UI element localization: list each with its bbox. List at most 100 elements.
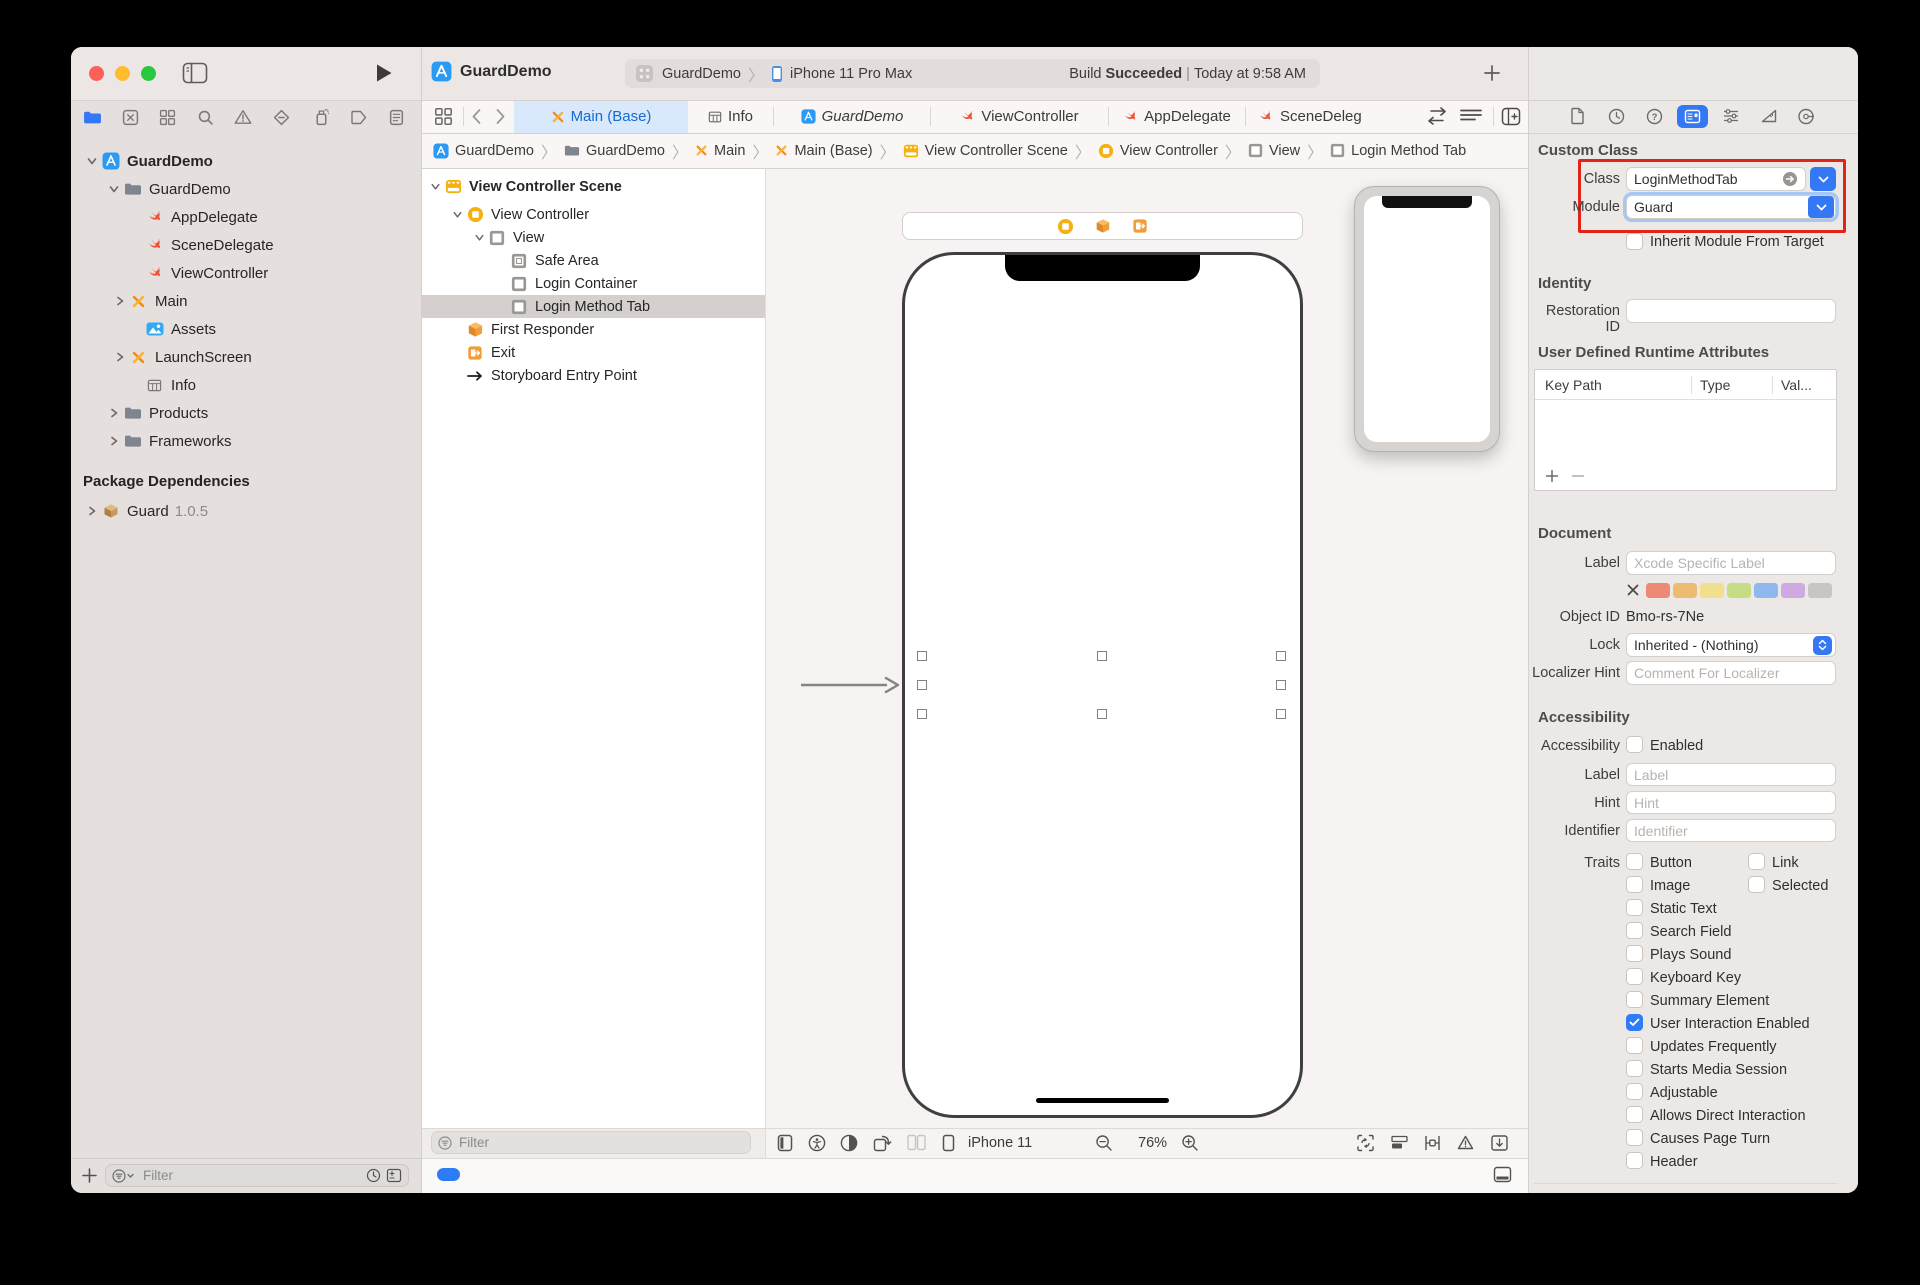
sidebar-item-launchscreen[interactable]: LaunchScreen [71,343,419,371]
tab-main-base[interactable]: Main (Base) [514,100,688,133]
run-destination-name[interactable]: iPhone 11 Pro Max [790,66,912,82]
zoom-window-button[interactable] [141,66,156,81]
color-swatch[interactable] [1808,583,1832,598]
class-field[interactable] [1626,167,1806,191]
file-inspector-tab[interactable] [1570,107,1585,125]
breadcrumb-scene[interactable]: View Controller Scene [903,143,1068,159]
tab-guarddemo[interactable]: GuardDemo [774,100,930,133]
accessibility-enabled-checkbox[interactable] [1626,736,1643,753]
restoration-id-field[interactable] [1626,299,1836,323]
close-window-button[interactable] [89,66,104,81]
outline-filter-field[interactable] [431,1131,751,1154]
tests-tab[interactable] [269,106,293,128]
column-type[interactable]: Type [1692,377,1772,393]
add-editor-button[interactable] [1501,107,1521,126]
sidebar-item-scenedelegate[interactable]: SceneDelegate [71,231,419,259]
restoration-id-input[interactable] [1634,303,1828,319]
selection-handle[interactable] [1097,709,1107,719]
sidebar-item-frameworks[interactable]: Frameworks [71,427,419,455]
a11y-hint-input[interactable] [1634,795,1828,811]
outline-item-safe-area[interactable]: Safe Area [421,249,765,272]
breadcrumb-group[interactable]: GuardDemo [564,143,665,159]
outline-item-first-responder[interactable]: First Responder [421,318,765,341]
remove-attribute-button[interactable] [1571,469,1585,483]
disclosure-chevron-icon[interactable] [449,209,465,220]
disclosure-chevron-icon[interactable] [105,407,122,419]
tab-viewcontroller[interactable]: ViewController [931,100,1108,133]
column-key-path[interactable]: Key Path [1535,377,1691,393]
clear-color-button[interactable] [1626,583,1640,597]
trait-link-checkbox[interactable] [1748,853,1765,870]
disclosure-chevron-icon[interactable] [471,232,487,243]
device-screen[interactable] [902,252,1303,1118]
zoom-out-button[interactable] [1095,1134,1113,1152]
outline-item-view[interactable]: View [421,226,765,249]
toggle-navigator-button[interactable] [182,62,208,84]
search-tab[interactable] [193,106,217,128]
swap-editor-icon[interactable] [1425,107,1449,125]
tab-info[interactable]: Info [688,100,773,133]
trait-button-checkbox[interactable] [1626,853,1643,870]
reports-tab[interactable] [384,106,408,128]
outline-item-login-method-tab[interactable]: Login Method Tab [421,295,765,318]
view-controller-icon[interactable] [1057,218,1074,235]
module-input[interactable] [1634,199,1808,215]
device-bezels-icon[interactable] [777,1134,793,1152]
disclosure-chevron-icon[interactable] [105,435,122,447]
zoom-level[interactable]: 76% [1138,1135,1167,1151]
document-label-input[interactable] [1634,555,1828,571]
disclosure-chevron-icon[interactable] [83,155,100,167]
jump-to-class-icon[interactable] [1782,171,1798,187]
breadcrumb-view[interactable]: View [1248,143,1300,159]
identity-inspector-tab[interactable] [1677,105,1708,128]
breadcrumb-main[interactable]: Main [695,143,745,159]
localizer-hint-input[interactable] [1634,665,1828,681]
navigator-filter-input[interactable] [141,1167,361,1184]
outline-item-entry-point[interactable]: Storyboard Entry Point [421,364,765,387]
symbols-tab[interactable] [155,106,179,128]
breadcrumb-main-base[interactable]: Main (Base) [775,143,872,159]
lock-stepper-icon[interactable] [1813,636,1832,655]
sidebar-item-guard-package[interactable]: Guard 1.0.5 [71,497,419,525]
tab-overview-button[interactable] [434,107,453,126]
trait-updates-frequently-checkbox[interactable] [1626,1037,1643,1054]
device-label[interactable]: iPhone 11 [968,1135,1032,1151]
trait-header-checkbox[interactable] [1626,1152,1643,1169]
tab-appdelegate[interactable]: AppDelegate [1109,100,1245,133]
color-swatch[interactable] [1673,583,1697,598]
a11y-label-field[interactable] [1626,763,1836,786]
document-label-field[interactable] [1626,551,1836,575]
disclosure-chevron-icon[interactable] [105,183,122,195]
update-frames-icon[interactable] [1356,1134,1375,1152]
go-back-button[interactable] [471,108,482,125]
accessibility-preview-icon[interactable] [808,1134,826,1152]
attributes-inspector-tab[interactable] [1722,108,1740,124]
breakpoints-tab[interactable] [346,106,370,128]
storyboard-canvas[interactable] [765,168,1528,1128]
trait-keyboard-key-checkbox[interactable] [1626,968,1643,985]
issues-tab[interactable] [231,106,255,128]
column-value[interactable]: Val... [1773,377,1812,393]
sidebar-item-main-storyboard[interactable]: Main [71,287,419,315]
trait-image-checkbox[interactable] [1626,876,1643,893]
trait-plays-sound-checkbox[interactable] [1626,945,1643,962]
tab-scenedelegate[interactable]: SceneDeleg [1246,100,1418,133]
a11y-label-input[interactable] [1634,767,1828,783]
toggle-bottom-bar-icon[interactable] [1493,1166,1512,1183]
trait-user-interaction-checkbox[interactable] [1626,1014,1643,1031]
selection-handle[interactable] [1276,651,1286,661]
device-preview-thumbnail[interactable] [1354,186,1500,452]
outline-toggle-pill[interactable] [437,1168,460,1181]
appearance-icon[interactable] [840,1134,858,1152]
source-control-tab[interactable] [118,106,142,128]
trait-causes-page-turn-checkbox[interactable] [1626,1129,1643,1146]
history-inspector-tab[interactable] [1608,108,1625,125]
color-swatch[interactable] [1781,583,1805,598]
color-swatch[interactable] [1754,583,1778,598]
sidebar-item-info-plist[interactable]: Info [71,371,419,399]
storyboard-entry-arrow[interactable] [799,673,901,702]
breadcrumb-login-method-tab[interactable]: Login Method Tab [1330,143,1466,159]
add-file-button[interactable] [81,1167,98,1184]
minimize-window-button[interactable] [115,66,130,81]
device-icon[interactable] [942,1134,955,1152]
